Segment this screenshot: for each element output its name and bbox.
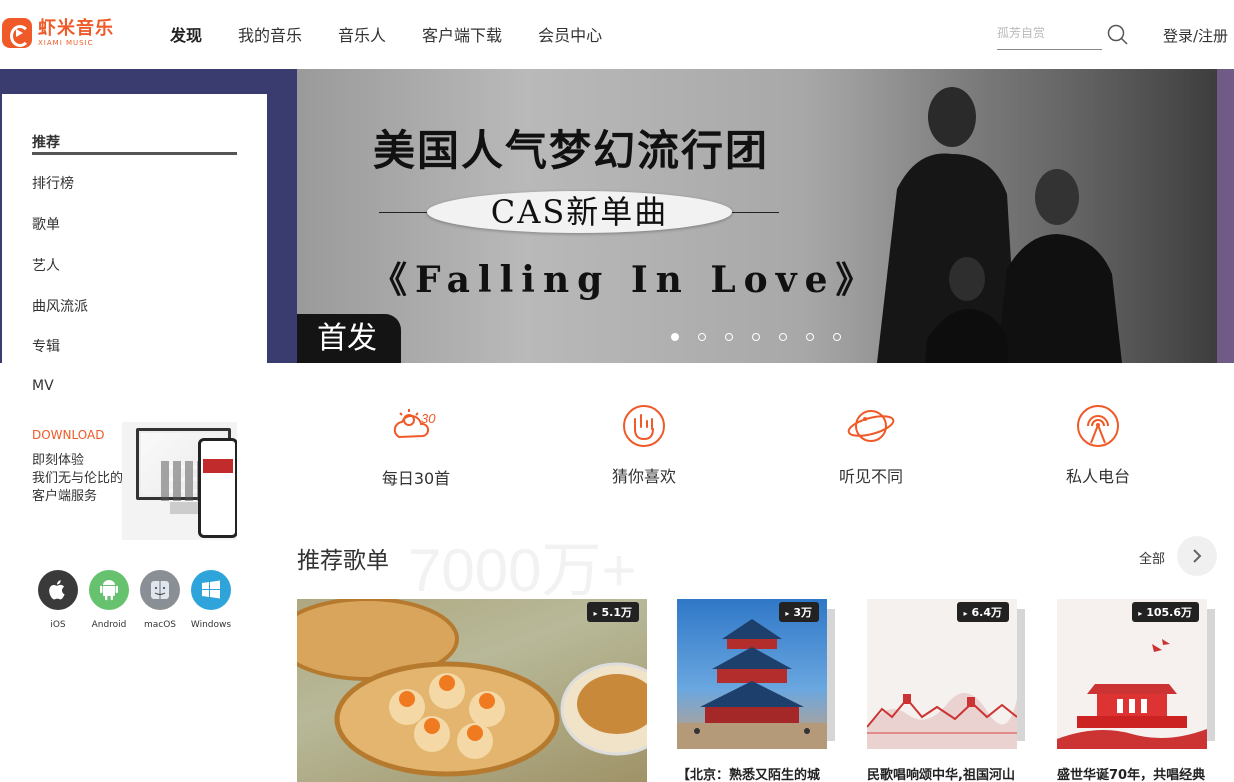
playlist-card[interactable]: 3万 【北京：熟悉又陌生的城 [677,599,827,782]
section-title: 推荐歌单 [297,548,389,574]
playlist-title[interactable]: 【北京：熟悉又陌生的城 [677,764,837,782]
playlist-cover: 6.4万 [867,599,1017,749]
view-all-link[interactable]: 全部 [1139,548,1165,567]
playlist-title[interactable]: 盛世华诞70年，共唱经典 [1057,764,1217,782]
logo[interactable]: 虾米音乐 XIAMI MUSIC [2,18,114,48]
daily-cloud-icon: 30 [393,409,436,439]
feature-guess-you-like[interactable]: 猜你喜欢 [584,403,704,487]
nav-discover[interactable]: 发现 [170,22,202,46]
apple-icon [38,570,78,610]
login-register-link[interactable]: 登录/注册 [1163,25,1228,46]
playlist-card[interactable]: 105.6万 盛世华诞70年，共唱经典 [1057,599,1207,782]
carousel-dot[interactable] [725,333,733,341]
sidebar-item-recommend[interactable]: 推荐 [32,132,60,152]
feature-label: 猜你喜欢 [611,467,676,486]
windows-icon [191,570,231,610]
section-watermark: 7000万+ [408,537,637,604]
playlist-card[interactable]: 6.4万 民歌唱响颂中华,祖国河山 [867,599,1017,782]
playlist-cover: 3万 [677,599,827,749]
banner-pill: CAS新单曲 [427,191,732,233]
carousel-dot[interactable] [806,333,814,341]
download-line: 客户端服务 [32,489,98,504]
feature-label: 听见不同 [838,467,903,486]
play-count-badge: 5.1万 [587,602,639,622]
logo-subtext: XIAMI MUSIC [38,38,94,47]
playlist-cover: 105.6万 [1057,599,1207,749]
download-line: 即刻体验 [32,453,85,468]
top-header: 虾米音乐 XIAMI MUSIC 发现 我的音乐 音乐人 客户端下载 会员中心 … [0,0,1234,69]
logo-text: 虾米音乐 [38,17,114,39]
sidebar-item-mv[interactable]: MV [32,378,54,394]
chevron-right-icon[interactable] [1177,536,1217,576]
logo-icon [2,18,32,48]
carousel-dot[interactable] [671,333,679,341]
feature-personal-radio[interactable]: 私人电台 [1038,403,1158,487]
radio-icon [1077,405,1119,447]
play-count-badge: 6.4万 [957,602,1009,622]
feature-hear-different[interactable]: 听见不同 [811,403,931,487]
sidebar-item-artists[interactable]: 艺人 [32,255,60,275]
sidebar-active-indicator [32,152,237,155]
download-windows[interactable]: Windows [191,570,231,630]
banner-song-title: 《Falling In Love》 [371,259,880,301]
playlist-title[interactable]: 民歌唱响颂中华,祖国河山 [867,764,1027,782]
banner-band-photo [857,69,1217,363]
sidebar-item-charts[interactable]: 排行榜 [32,173,74,193]
carousel-dot[interactable] [698,333,706,341]
rock-hand-icon [623,405,665,447]
banner-next-peek[interactable] [1217,69,1234,363]
banner-carousel[interactable]: 美国人气梦幻流行团 CAS新单曲 《Falling In Love》 首发 [297,69,1217,363]
play-count-badge: 105.6万 [1132,602,1199,622]
search-box [997,22,1102,50]
feature-daily-30[interactable]: 30 每日30首 [356,403,476,489]
nav-client-download[interactable]: 客户端下载 [422,22,502,46]
sidebar-item-playlists[interactable]: 歌单 [32,214,60,234]
download-title: DOWNLOAD [32,428,105,442]
play-count-badge: 3万 [779,602,819,622]
download-android[interactable]: Android [89,570,129,630]
platform-label: Windows [190,620,232,630]
banner-premiere-badge: 首发 [297,314,401,363]
carousel-dot[interactable] [779,333,787,341]
download-ios[interactable]: iOS [38,570,78,630]
nav-musician[interactable]: 音乐人 [338,22,386,46]
planet-icon [847,410,895,442]
sidebar-item-genres[interactable]: 曲风流派 [32,296,88,316]
playlist-card[interactable]: 5.1万 [297,599,647,782]
carousel-dots [671,333,860,341]
search-input[interactable] [997,22,1102,40]
carousel-dot[interactable] [833,333,841,341]
download-line: 我们无与伦比的 [32,471,124,486]
nav-vip-center[interactable]: 会员中心 [538,22,602,46]
svg-text:30: 30 [421,411,436,426]
banner-title: 美国人气梦幻流行团 [373,126,770,175]
feature-label: 每日30首 [381,469,451,488]
client-preview-image[interactable] [122,422,237,540]
carousel-dot[interactable] [752,333,760,341]
finder-icon [140,570,180,610]
android-icon [89,570,129,610]
sidebar-item-albums[interactable]: 专辑 [32,336,60,356]
feature-label: 私人电台 [1065,467,1130,486]
nav-my-music[interactable]: 我的音乐 [238,22,302,46]
download-macos[interactable]: macOS [140,570,180,630]
main-nav: 发现 我的音乐 音乐人 客户端下载 会员中心 [170,22,638,46]
playlist-cover: 5.1万 [297,599,647,782]
search-icon[interactable] [1107,24,1129,46]
